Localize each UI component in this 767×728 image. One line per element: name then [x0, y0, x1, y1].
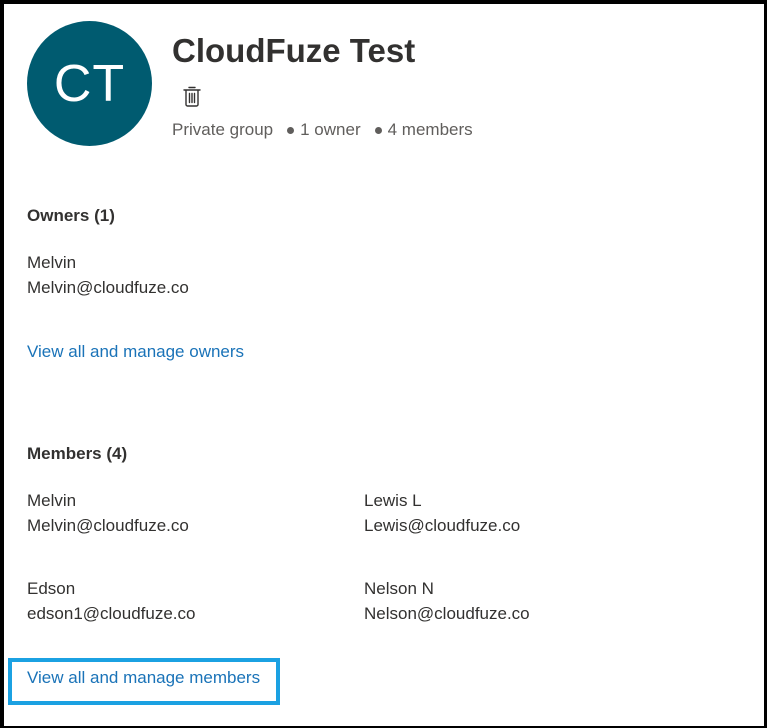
member-count: 4 members: [387, 120, 473, 139]
separator-dot: [374, 126, 382, 134]
trash-icon-graphic: [183, 86, 201, 107]
owner-item: Melvin Melvin@cloudfuze.co: [27, 252, 189, 299]
member-email: Melvin@cloudfuze.co: [27, 516, 189, 535]
privacy-label: Private group: [172, 120, 274, 139]
member-name: Edson: [27, 579, 76, 598]
member-item: Lewis L Lewis@cloudfuze.co: [364, 490, 520, 537]
member-item: Nelson N Nelson@cloudfuze.co: [364, 578, 530, 625]
members-heading: Members (4): [27, 444, 128, 463]
owner-count: 1 owner: [300, 120, 361, 139]
avatar-initials: CT: [53, 54, 126, 113]
owner-name: Melvin: [27, 253, 77, 272]
member-item: Edson edson1@cloudfuze.co: [27, 578, 195, 625]
owners-heading: Owners (1): [27, 206, 115, 225]
manage-owners-link[interactable]: View all and manage owners: [27, 342, 244, 362]
member-item: Melvin Melvin@cloudfuze.co: [27, 490, 189, 537]
trash-icon[interactable]: [180, 84, 204, 108]
separator-dot: [287, 126, 295, 134]
member-email: Lewis@cloudfuze.co: [364, 516, 521, 535]
member-email: Nelson@cloudfuze.co: [364, 604, 530, 623]
member-email: edson1@cloudfuze.co: [27, 604, 196, 623]
member-name: Lewis L: [364, 491, 422, 510]
group-meta: Private group 1 owner 4 members: [172, 120, 473, 140]
member-name: Nelson N: [364, 579, 434, 598]
member-name: Melvin: [27, 491, 77, 510]
group-avatar: CT: [27, 21, 152, 146]
manage-members-link[interactable]: View all and manage members: [27, 668, 260, 688]
group-title: CloudFuze Test: [172, 32, 416, 69]
owner-email: Melvin@cloudfuze.co: [27, 278, 189, 297]
